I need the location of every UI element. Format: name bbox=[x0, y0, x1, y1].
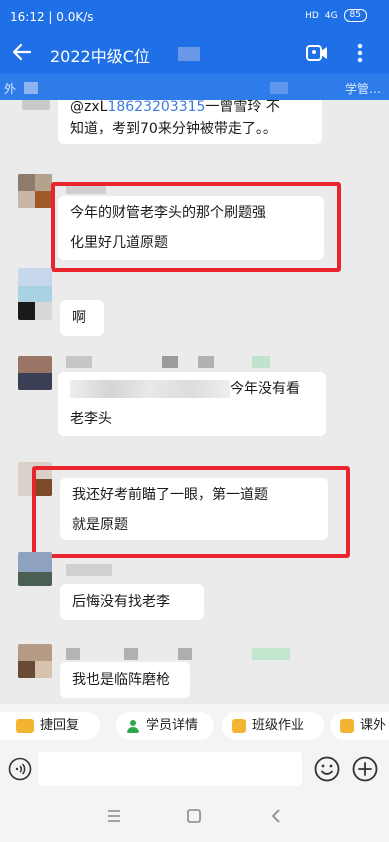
back-arrow-icon[interactable] bbox=[10, 40, 34, 64]
quoted-line-1: @zxL18623203315一曾雪玲 不 bbox=[70, 100, 280, 115]
avatar[interactable] bbox=[18, 268, 52, 320]
message-line: 今年没有看 bbox=[70, 374, 314, 404]
status-left: 16:12 | 0.0K/s bbox=[10, 10, 94, 24]
message-bubble[interactable]: 啊 bbox=[60, 300, 104, 336]
status-right: HD 4G 85 bbox=[305, 9, 367, 22]
message-text: 啊 bbox=[72, 310, 86, 326]
clock: 16:12 bbox=[10, 10, 45, 24]
signal-indicator: 4G bbox=[324, 10, 338, 21]
extracurricular-button[interactable]: 课外 bbox=[330, 712, 389, 740]
message-text: 老李头 bbox=[70, 411, 112, 427]
chat-header: 2022中级C位 bbox=[0, 34, 389, 74]
student-details-button[interactable]: 学员详情 bbox=[116, 712, 214, 740]
highlight-box bbox=[32, 466, 350, 558]
quick-reply-icon bbox=[16, 719, 34, 733]
quoted-line-2: 知道，考到70来分钟被带走了。。 bbox=[70, 121, 277, 137]
sub-bar-left[interactable]: 外 bbox=[4, 80, 16, 97]
chat-title: 2022中级C位 bbox=[50, 47, 150, 66]
sub-blur bbox=[270, 82, 288, 94]
message-text: 我也是临阵磨枪 bbox=[72, 672, 170, 688]
message-bubble[interactable]: 我也是临阵磨枪 bbox=[60, 662, 190, 698]
hd-indicator: HD bbox=[305, 10, 319, 21]
highlight-box bbox=[51, 182, 341, 272]
avatar[interactable] bbox=[18, 644, 52, 678]
message-input-bar bbox=[0, 748, 389, 790]
avatar[interactable] bbox=[18, 356, 52, 390]
message-bubble[interactable]: @zxL18623203315一曾雪玲 不 知道，考到70来分钟被带走了。。 bbox=[58, 100, 322, 144]
quick-action-bar: 捷回复 学员详情 班级作业 课外 bbox=[0, 704, 389, 748]
video-call-icon[interactable] bbox=[305, 42, 329, 64]
homework-icon bbox=[232, 719, 246, 733]
plus-icon[interactable] bbox=[352, 756, 378, 782]
message-text: 今年没有看 bbox=[230, 381, 300, 397]
emoji-icon[interactable] bbox=[314, 756, 340, 782]
avatar[interactable] bbox=[18, 174, 52, 208]
chat-area[interactable]: @zxL18623203315一曾雪玲 不 知道，考到70来分钟被带走了。。 今… bbox=[0, 100, 389, 704]
group-sub-bar: 外 学管… bbox=[0, 74, 389, 100]
status-bar: 16:12 | 0.0K/s HD 4G 85 bbox=[0, 0, 389, 34]
home-icon[interactable] bbox=[184, 806, 204, 826]
sender-name bbox=[162, 356, 178, 368]
extracurricular-icon bbox=[340, 719, 354, 733]
mention-link[interactable]: 18623203315 bbox=[107, 100, 205, 115]
voice-input-icon[interactable] bbox=[8, 757, 32, 781]
message-bubble[interactable]: 今年没有看 老李头 bbox=[58, 372, 326, 436]
sender-name bbox=[198, 356, 214, 368]
redacted-text bbox=[70, 380, 230, 398]
more-icon[interactable] bbox=[350, 41, 370, 65]
menu-icon[interactable] bbox=[104, 806, 124, 826]
net-speed: 0.0K/s bbox=[56, 10, 94, 24]
sender-name bbox=[66, 648, 80, 660]
back-icon[interactable] bbox=[266, 806, 286, 826]
sub-bar-right[interactable]: 学管… bbox=[345, 80, 381, 97]
title-blur bbox=[178, 47, 200, 61]
sender-name bbox=[66, 356, 92, 368]
quick-reply-button[interactable]: 捷回复 bbox=[0, 712, 100, 740]
system-navigation-bar bbox=[0, 790, 389, 842]
sub-blur bbox=[24, 82, 38, 94]
avatar[interactable] bbox=[22, 100, 50, 110]
sender-name bbox=[178, 648, 192, 660]
sender-name bbox=[252, 648, 290, 660]
user-icon bbox=[127, 720, 139, 733]
sender-name bbox=[124, 648, 138, 660]
avatar[interactable] bbox=[18, 552, 52, 586]
battery-icon: 85 bbox=[343, 9, 367, 22]
sender-name bbox=[66, 564, 112, 576]
class-homework-button[interactable]: 班级作业 bbox=[222, 712, 324, 740]
message-bubble[interactable]: 后悔没有找老李 bbox=[60, 584, 204, 620]
message-text: 后悔没有找老李 bbox=[72, 594, 170, 610]
message-input[interactable] bbox=[38, 752, 302, 786]
sender-name bbox=[252, 356, 270, 368]
